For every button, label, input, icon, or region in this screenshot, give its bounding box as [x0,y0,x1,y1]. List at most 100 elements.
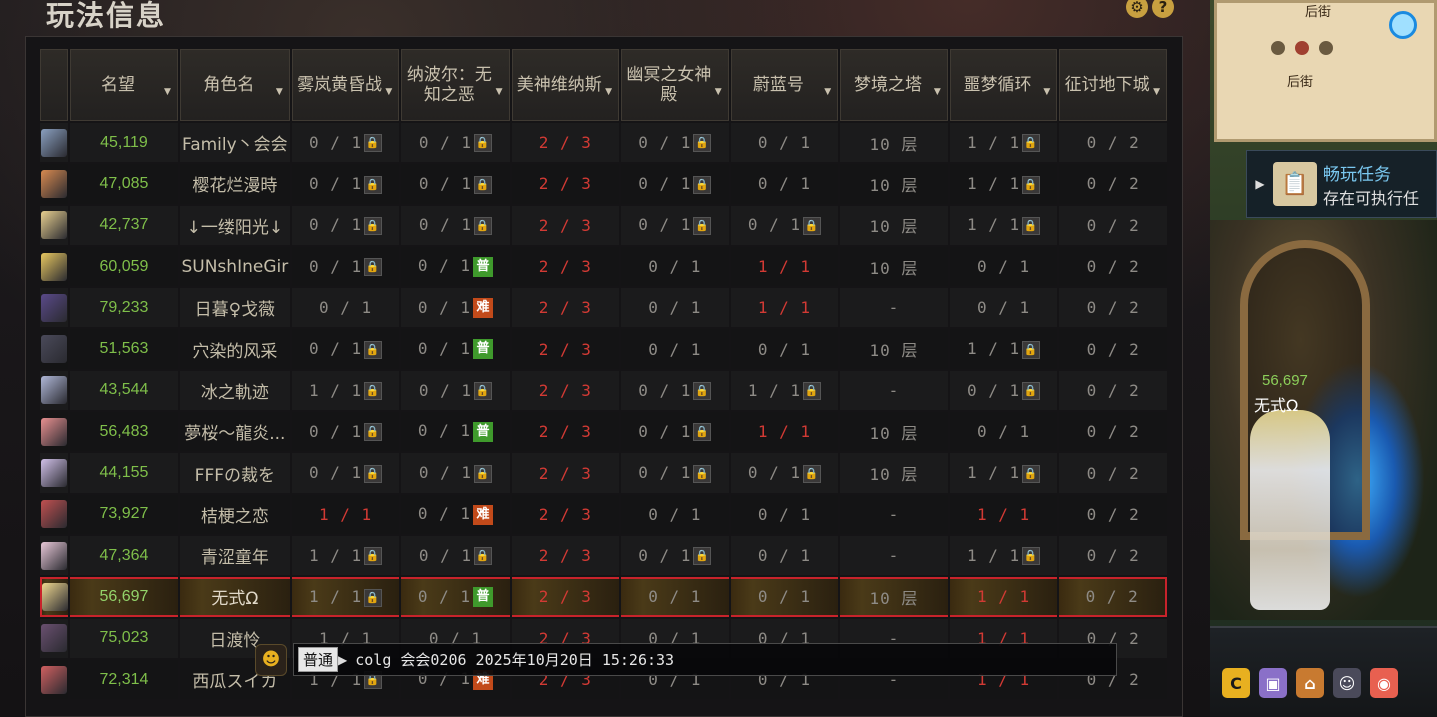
progress-value: 2 / 3 [538,133,592,153]
progress-cell: 0 / 1 [949,288,1058,328]
sort-arrow-icon[interactable]: ▼ [1153,82,1160,102]
progress-cell: 2 / 3 [511,453,620,493]
character-portrait-icon [41,169,67,198]
table-row[interactable]: 43,544 冰之軌迹 1 / 1 🔒 0 / 1 🔒 2 / 30 / 1 🔒 1 / 1 🔒 -… [40,370,1167,411]
progress-cell: - [840,370,948,411]
progress-cell: 0 / 1 🔒 [291,246,400,287]
settings-gear-icon[interactable]: ⚙ [1126,0,1148,18]
card-icon[interactable]: ▣ [1259,668,1287,698]
sort-arrow-icon[interactable]: ▼ [605,82,612,102]
player-character[interactable] [1250,410,1330,610]
progress-value: 2 / 3 [538,380,592,400]
lock-icon: 🔒 [693,547,712,566]
progress-value: 0 / 1 [308,215,363,235]
minimap-location-label: 后街 [1305,5,1332,20]
lock-icon: 🔒 [474,134,492,153]
pig-icon[interactable]: ◉ [1370,668,1398,698]
progress-cell: 0 / 2 [1059,494,1167,534]
lock-icon: 🔒 [693,464,712,483]
quest-expand-arrow-icon[interactable]: ▶ [1247,177,1273,191]
table-row[interactable]: 45,119 Family丶会会 0 / 1 🔒 0 / 1 🔒 2 / 30 / 1 🔒 0 … [40,123,1167,163]
sort-arrow-icon[interactable]: ▼ [164,82,171,102]
sort-arrow-icon[interactable]: ▼ [1043,82,1050,102]
table-header-row: 名望 ▼ 角色名 ▼ 雾岚黄昏战 ▼ 纳波尔：无知之恶 ▼ 美神维纳斯 ▼ 幽冥之女神殿 ▼ 蔚蓝号 ▼ 梦… [40,49,1167,121]
portrait-cell [40,618,68,658]
progress-value: 10 层 [869,423,919,443]
sort-arrow-icon[interactable]: ▼ [934,82,941,102]
table-row[interactable]: 79,233 日暮♀戈薇 0 / 10 / 1难2 / 30 / 11 / 1-0 … [40,288,1167,328]
progress-value: - [888,298,900,318]
fame-value: 73,927 [70,494,178,534]
column-header[interactable]: 幽冥之女神殿 ▼ [621,49,729,121]
progress-value: 2 / 3 [538,587,592,607]
progress-value: 0 / 2 [1086,504,1140,524]
progress-value: 1 / 1 [757,298,811,318]
progress-value: 2 / 3 [538,257,592,277]
sort-arrow-icon[interactable]: ▼ [824,82,831,102]
table-row[interactable]: 44,155 FFFの裁を 0 / 1 🔒 0 / 1 🔒 2 / 30 / 1 🔒 0 / 1… [40,453,1167,493]
minimap[interactable]: 后街 后街 [1214,0,1437,142]
progress-value: 1 / 1 [747,380,801,400]
progress-cell: 0 / 1 🔒 [401,164,510,204]
column-header[interactable]: 梦境之塔 ▼ [840,49,948,121]
progress-cell: 0 / 2 [1059,205,1167,245]
lock-icon: 🔒 [1022,382,1041,401]
column-header[interactable]: 噩梦循环 ▼ [949,49,1058,121]
progress-value: 0 / 1 [418,380,472,400]
sort-arrow-icon[interactable]: ▼ [385,82,392,102]
chat-message-box[interactable]: 普通 ▶ colg 会会0206 2025年10月20日 15:26:33 [293,643,1117,676]
column-header[interactable]: 美神维纳斯 ▼ [511,49,620,121]
chat-emoji-icon[interactable]: ☻ [255,643,287,676]
lock-icon: 🔒 [364,340,383,359]
sort-arrow-icon[interactable]: ▼ [715,82,722,102]
portrait-cell [40,577,68,617]
table-row[interactable]: 51,563 穴染的风采 0 / 1 🔒 0 / 1普2 / 30 / 10 / 1 10… [40,329,1167,369]
progress-value: 1 / 1 [308,545,363,565]
character-portrait-icon [42,582,68,611]
progress-cell: 0 / 1 [621,329,729,369]
progress-cell: 0 / 1 🔒 [401,205,510,245]
table-row[interactable]: 42,737 ↓一缕阳光↓ 0 / 1 🔒 0 / 1 🔒 2 / 30 / 1 🔒 0 / 1… [40,205,1167,245]
table-row[interactable]: 56,483 夢桜～龍炎... 0 / 1 🔒 0 / 1普2 / 30 / 1 🔒 1 /… [40,412,1167,452]
coin-icon[interactable]: C [1222,668,1250,698]
column-header-label: 梦境之塔 [853,75,922,95]
help-icon[interactable]: ? [1152,0,1174,18]
lock-icon: 🔒 [1022,175,1041,194]
progress-cell: 1 / 1 [730,412,839,452]
progress-cell: 10 层 [840,412,948,452]
progress-value: 10 层 [869,465,919,485]
table-body: 45,119 Family丶会会 0 / 1 🔒 0 / 1 🔒 2 / 30 / 1 🔒 0 … [40,123,1167,700]
home-icon[interactable]: ⌂ [1296,668,1324,698]
character-name: 日暮♀戈薇 [179,288,290,328]
progress-cell: 0 / 1 🔒 [621,123,729,163]
table-row-selected[interactable]: 56,697 无式Ω 1 / 1 🔒 0 / 1普2 / 30 / 10 / 1 10 层… [40,577,1167,617]
progress-value: 0 / 1 [417,338,471,358]
progress-value: 0 / 1 [308,339,363,359]
table-row[interactable]: 47,085 樱花烂漫時 0 / 1 🔒 0 / 1 🔒 2 / 30 / 1 🔒 0 / 11… [40,164,1167,204]
column-header[interactable]: 征讨地下城 ▼ [1059,49,1167,121]
progress-cell: 1 / 1 🔒 [949,123,1058,163]
chat-channel-label[interactable]: 普通 [298,647,339,672]
sort-arrow-icon[interactable]: ▼ [276,82,283,102]
progress-cell: 0 / 1 [621,494,729,534]
progress-cell: 0 / 1 [730,535,839,576]
sort-arrow-icon[interactable]: ▼ [496,82,503,102]
progress-value: 0 / 2 [1086,215,1140,235]
table-row[interactable]: 73,927 桔梗之恋 1 / 10 / 1难2 / 30 / 10 / 1-1 /… [40,494,1167,534]
progress-value: 0 / 2 [1086,257,1140,277]
table-row[interactable]: 47,364 青涩童年 1 / 1 🔒 0 / 1 🔒 2 / 30 / 1 🔒 0 / 1-1… [40,535,1167,576]
progress-cell: 0 / 2 [1059,246,1167,287]
column-header[interactable]: 名望 ▼ [70,49,178,121]
table-row[interactable]: 60,059 SUNshIneGir 0 / 1 🔒 0 / 1普2 / 30 / 11… [40,246,1167,287]
quest-notice[interactable]: ▶ 📋 畅玩任务 存在可执行任 [1246,150,1437,218]
column-header[interactable]: 纳波尔：无知之恶 ▼ [401,49,510,121]
progress-cell: 0 / 2 [1059,164,1167,204]
progress-cell: 0 / 1 🔒 [291,123,400,163]
progress-cell: 1 / 1 🔒 [949,205,1058,245]
chat-message-text: colg 会会0206 2025年10月20日 15:26:33 [355,651,675,669]
column-header[interactable]: 雾岚黄昏战 ▼ [291,49,400,121]
column-header[interactable]: 蔚蓝号 ▼ [730,49,839,121]
character-icon[interactable]: ☺ [1333,668,1361,698]
progress-value: 0 / 1 [308,421,363,441]
column-header[interactable]: 角色名 ▼ [179,49,290,121]
